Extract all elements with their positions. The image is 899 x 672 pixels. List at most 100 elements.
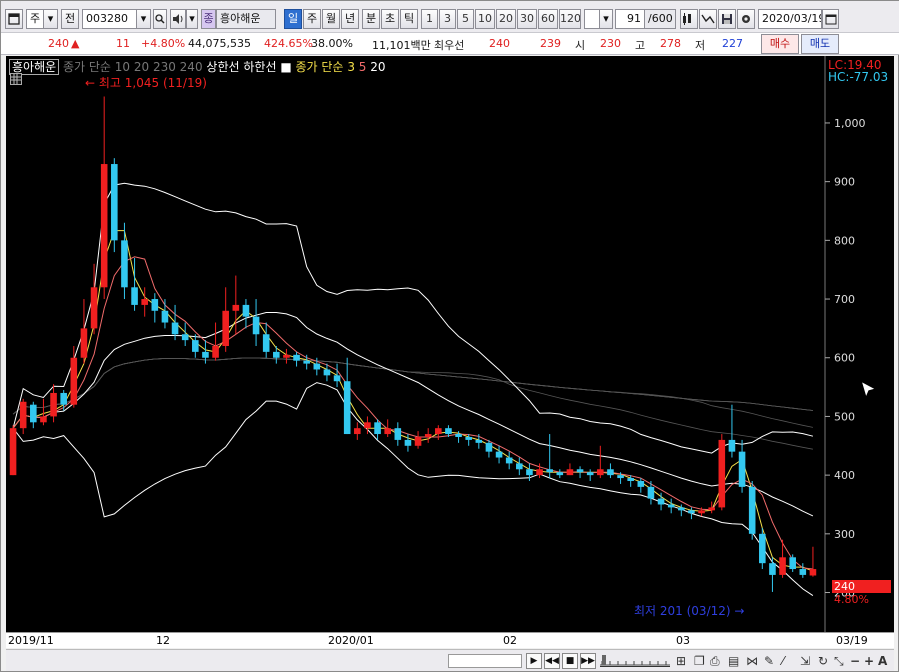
shrink-icon[interactable]: ⤡ xyxy=(834,654,844,668)
period-week[interactable]: 주 xyxy=(303,9,321,29)
interval-3[interactable]: 3 xyxy=(439,9,456,29)
zoom-in-icon[interactable]: + xyxy=(864,654,874,668)
candle-body xyxy=(516,463,523,470)
buy-button[interactable]: 매수 xyxy=(761,34,799,54)
window-icon[interactable] xyxy=(5,9,23,29)
period-minute[interactable]: 분 xyxy=(362,9,380,29)
chart-canvas[interactable]: 1,000900800700600500400300200 xyxy=(6,56,894,632)
candle-body xyxy=(232,304,240,311)
sell-button[interactable]: 매도 xyxy=(801,34,839,54)
grid-toggle-icon[interactable] xyxy=(10,73,22,85)
period-second[interactable]: 초 xyxy=(381,9,399,29)
forward-icon[interactable]: ▶▶ xyxy=(580,653,596,669)
scroll-track[interactable] xyxy=(448,654,522,668)
candle-body xyxy=(394,428,402,440)
price-chart[interactable]: 1,000 900 800 700 600 500 400 300 200 흥아해운 종가 단순… xyxy=(6,56,894,632)
candle-body xyxy=(698,510,705,514)
sound-icon[interactable] xyxy=(170,9,186,29)
zoom-slider[interactable] xyxy=(600,655,670,667)
code-input[interactable]: 003280 xyxy=(82,9,137,29)
candle-body xyxy=(799,569,807,575)
line-icon[interactable]: ⁄ xyxy=(782,654,784,668)
low-label: 저 xyxy=(695,39,706,52)
candle-body xyxy=(60,392,67,405)
rewind-icon[interactable]: ◀◀ xyxy=(544,653,560,669)
sound-dropdown-icon[interactable]: ▾ xyxy=(186,9,198,29)
max-annotation: ← 최고 1,045 (11/19) xyxy=(85,74,207,91)
refresh-icon[interactable]: ↻ xyxy=(818,654,828,668)
candle-body xyxy=(181,334,189,341)
indicator-icon[interactable]: ⋈ xyxy=(746,654,758,668)
export-icon[interactable]: ⇲ xyxy=(800,654,810,668)
candle-body xyxy=(505,457,513,464)
interval-60[interactable]: 60 xyxy=(538,9,558,29)
legend-ma-text: 종가 단순 10 20 230 240 xyxy=(63,60,203,74)
candle-body xyxy=(212,346,219,358)
x-label-2019-11: 2019/11 xyxy=(8,634,54,647)
custom-interval-input[interactable] xyxy=(584,9,600,29)
layout-icon[interactable]: ⊞ xyxy=(676,654,686,668)
stop-icon[interactable]: ■ xyxy=(562,653,578,669)
long-ma-line xyxy=(12,357,813,415)
max-arrow-icon: ← xyxy=(85,76,96,90)
interval-1[interactable]: 1 xyxy=(421,9,438,29)
count-input[interactable]: 91 xyxy=(615,9,645,29)
zoom-out-icon[interactable]: − xyxy=(850,654,860,668)
candle-body xyxy=(789,557,796,570)
interval-10[interactable]: 10 xyxy=(475,9,495,29)
compare-icon[interactable] xyxy=(680,9,698,29)
candle-body xyxy=(657,498,665,505)
period-day[interactable]: 일 xyxy=(284,9,302,29)
candle-body xyxy=(151,299,159,311)
candle-body xyxy=(404,439,412,446)
interval-120[interactable]: 120 xyxy=(559,9,581,29)
candle-body xyxy=(80,328,88,358)
prev-button[interactable]: 전 xyxy=(61,9,79,29)
search-icon[interactable] xyxy=(153,9,167,29)
market-dropdown-icon[interactable]: ▾ xyxy=(43,9,58,29)
legend-ma-5: 5 xyxy=(358,60,367,74)
candle-body xyxy=(323,369,331,376)
candle-body xyxy=(131,287,138,305)
date-input[interactable]: 2020/03/19 xyxy=(758,9,822,29)
code-dropdown-icon[interactable]: ▾ xyxy=(136,9,151,29)
play-icon[interactable]: ▶ xyxy=(526,653,542,669)
chart-type-icon[interactable]: ▤ xyxy=(728,654,739,668)
date-axis: 2019/11 12 2020/01 02 03 03/19 xyxy=(6,632,894,648)
x-label-03: 03 xyxy=(676,634,690,647)
period-year[interactable]: 년 xyxy=(341,9,359,29)
candle-body xyxy=(414,436,422,446)
legend-upper-limit: 상한선 xyxy=(206,60,240,74)
interval-20[interactable]: 20 xyxy=(496,9,516,29)
period-month[interactable]: 월 xyxy=(322,9,340,29)
market-select[interactable]: 주 xyxy=(26,9,44,29)
change-arrow-icon: ▲ xyxy=(71,37,80,50)
trend-icon[interactable] xyxy=(699,9,717,29)
mouse-cursor-icon xyxy=(859,379,878,401)
interval-5[interactable]: 5 xyxy=(457,9,474,29)
calendar-icon[interactable] xyxy=(822,9,839,29)
reset-zoom-icon[interactable]: A xyxy=(878,654,887,668)
copy-icon[interactable]: ❐ xyxy=(694,654,705,668)
candle-body xyxy=(90,287,98,329)
print-icon[interactable]: ⎙ xyxy=(710,654,720,668)
candle-body xyxy=(192,340,199,352)
candle-body xyxy=(708,507,715,511)
interval-30[interactable]: 30 xyxy=(517,9,537,29)
candle-body xyxy=(374,422,381,435)
candle-body xyxy=(647,486,655,499)
settings-icon[interactable] xyxy=(737,9,755,29)
upper-band-line xyxy=(12,182,814,454)
y-tick-label: 700 xyxy=(834,293,855,306)
favorite-badge[interactable]: 종 xyxy=(201,9,216,29)
interval-dropdown-icon[interactable]: ▾ xyxy=(599,9,613,29)
stock-name: 흥아해운 xyxy=(216,9,276,29)
candle-body xyxy=(70,357,78,405)
high-price: 278 xyxy=(660,37,681,50)
period-tick[interactable]: 틱 xyxy=(400,9,418,29)
save-icon[interactable] xyxy=(718,9,736,29)
candle-body xyxy=(617,475,624,479)
candle-body xyxy=(586,472,594,476)
candle-body xyxy=(313,363,321,370)
draw-icon[interactable]: ✎ xyxy=(764,654,774,668)
